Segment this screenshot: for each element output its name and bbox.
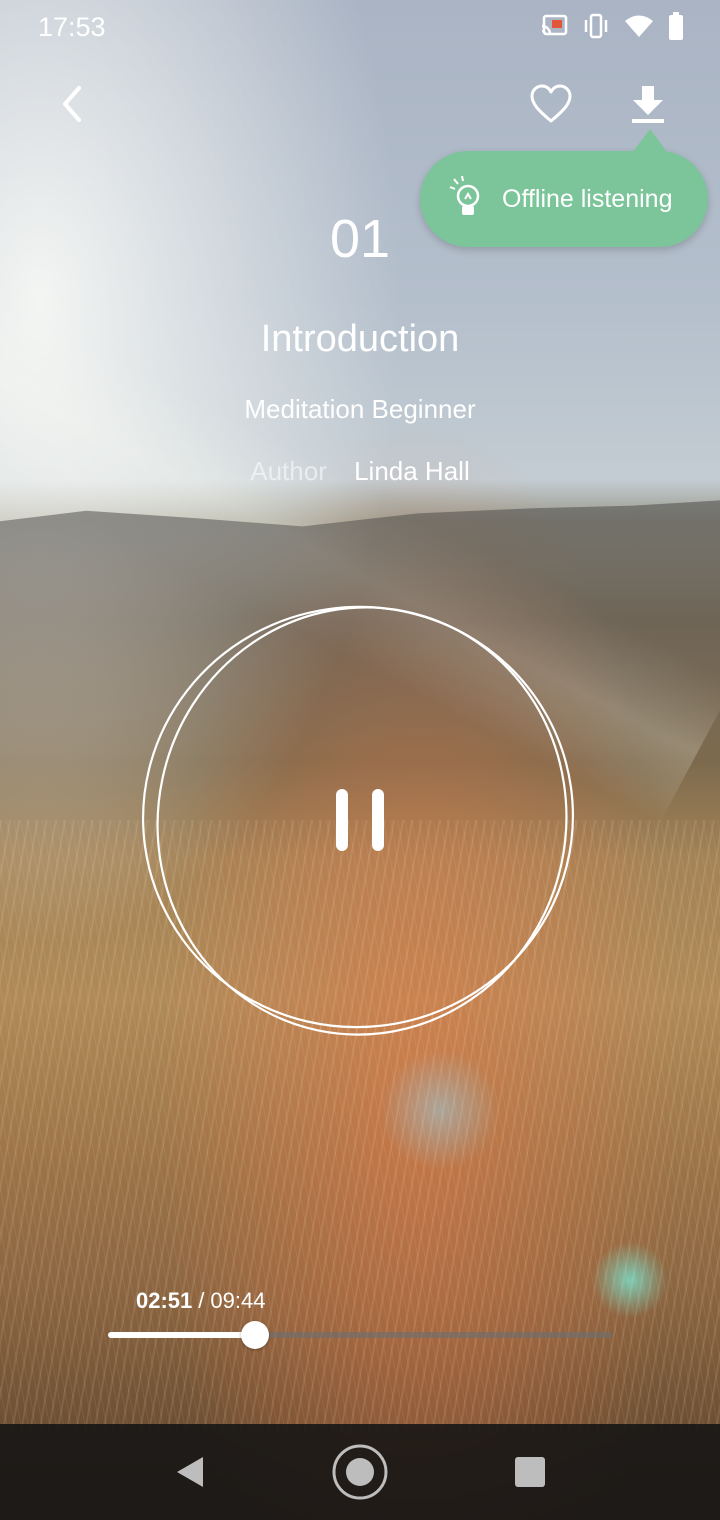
author-row: Author Linda Hall [0, 456, 720, 487]
progress-thumb[interactable] [241, 1321, 270, 1349]
status-time: 17:53 [38, 12, 106, 42]
cast-icon [540, 14, 568, 43]
status-icons [540, 12, 684, 45]
nav-home-button[interactable] [330, 1442, 390, 1502]
course-name: Meditation Beginner [244, 394, 476, 424]
track-number: 01 [329, 209, 391, 269]
progress-fill [108, 1332, 256, 1338]
nav-back-button[interactable] [160, 1442, 220, 1502]
nav-home-icon [332, 1444, 388, 1500]
nav-back-icon [177, 1457, 203, 1487]
download-button[interactable] [620, 76, 676, 132]
wifi-icon [624, 14, 654, 43]
battery-icon [668, 12, 684, 45]
chevron-left-icon [63, 86, 81, 122]
total-time: 09:44 [210, 1288, 266, 1313]
nav-recent-icon [515, 1457, 545, 1487]
time-separator: / [198, 1288, 205, 1313]
time-readout: 02:51/09:44 [136, 1288, 265, 1314]
player-screen: 17:53 Offline listening 01 Introduction … [0, 0, 720, 1520]
track-title: Introduction [260, 318, 460, 360]
current-time: 02:51 [136, 1288, 193, 1313]
nav-recent-button[interactable] [500, 1442, 560, 1502]
pause-button[interactable] [330, 785, 390, 855]
back-button[interactable] [44, 76, 100, 132]
system-nav-bar [0, 1424, 720, 1520]
status-bar: 17:53 [0, 0, 720, 52]
favorite-button[interactable] [523, 76, 579, 132]
vibrate-icon [582, 13, 610, 44]
author-label: Author [250, 456, 327, 486]
author-name[interactable]: Linda Hall [354, 456, 470, 486]
download-icon [632, 86, 664, 123]
progress-slider[interactable] [108, 1321, 612, 1349]
heart-outline-icon [530, 84, 572, 123]
